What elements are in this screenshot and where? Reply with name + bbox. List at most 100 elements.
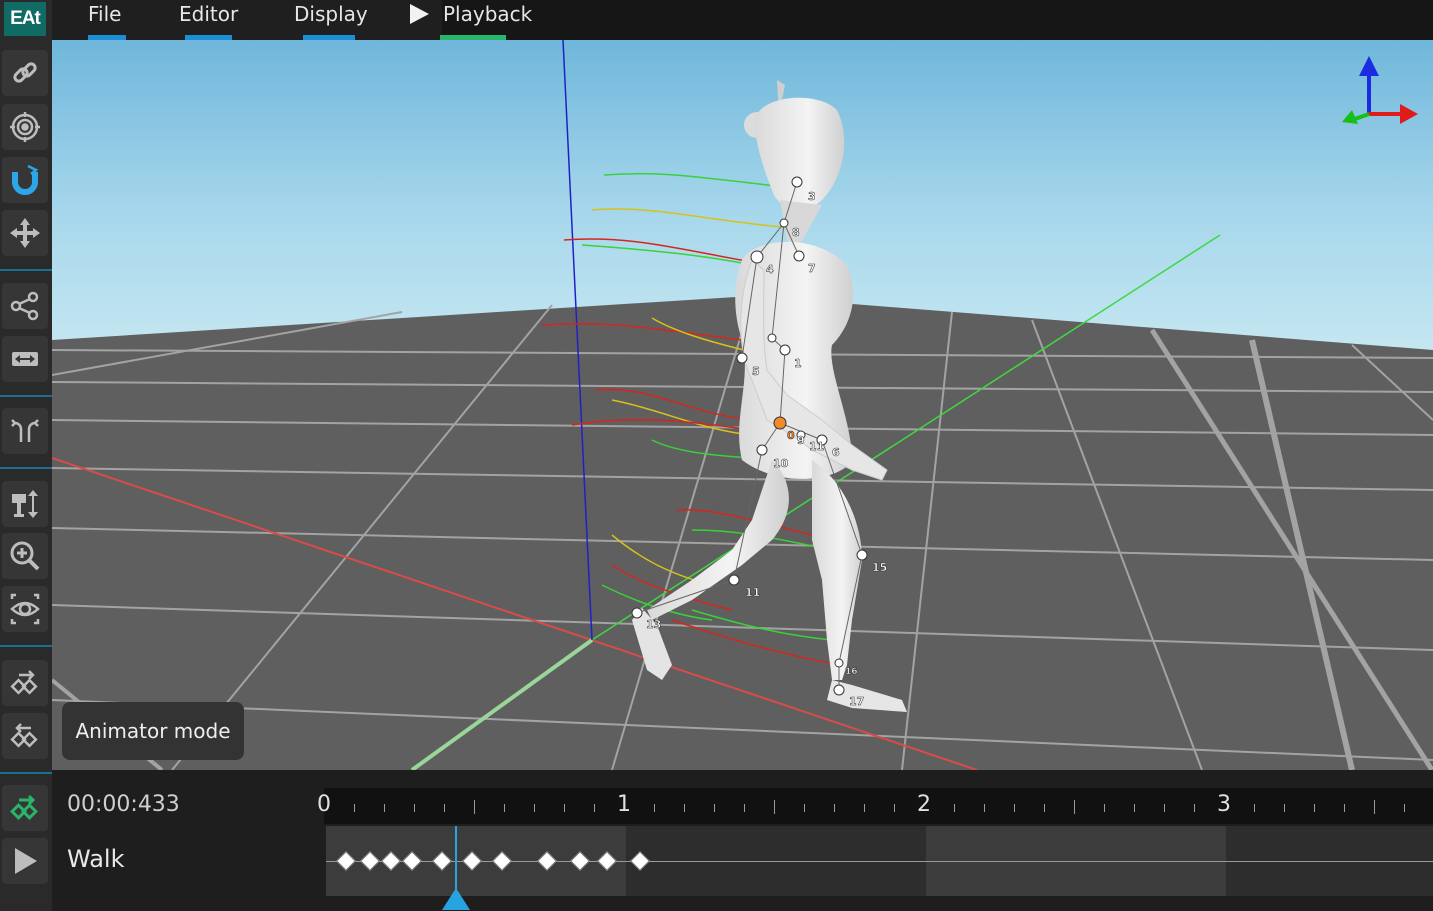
ruler-tick — [894, 804, 895, 812]
menu-file-label: File — [88, 2, 122, 26]
ruler-label-0: 0 — [317, 792, 331, 817]
ruler-tick — [984, 804, 985, 812]
joint-4[interactable] — [750, 250, 764, 264]
current-time-display: 00:00:433 — [67, 792, 180, 817]
share-nodes-icon — [10, 291, 39, 321]
ruler-tick — [474, 800, 475, 814]
ruler-tick — [954, 804, 955, 812]
joint-label: 1 — [794, 357, 802, 370]
toolbar-separator — [0, 467, 52, 469]
ruler-tick — [804, 804, 805, 812]
joint-label: 9 — [797, 434, 805, 447]
joint-label: 15 — [872, 561, 887, 574]
zoom-tool-button[interactable] — [2, 533, 48, 579]
joint-7[interactable] — [793, 250, 805, 262]
mirror-tool-button[interactable] — [2, 408, 48, 454]
track-name[interactable]: Walk — [67, 845, 124, 873]
joint-1b[interactable] — [767, 333, 777, 343]
ruler-tick — [1374, 800, 1375, 814]
ruler-tick — [504, 804, 505, 812]
magnet-tool-button[interactable] — [2, 157, 48, 203]
playhead-line[interactable] — [454, 826, 457, 896]
share-tool-button[interactable] — [2, 283, 48, 329]
joint-0-root[interactable] — [773, 416, 787, 430]
height-tool-button[interactable] — [2, 481, 48, 527]
joint-16[interactable] — [834, 658, 844, 668]
joint-label: 17 — [849, 695, 864, 708]
joint-label: 7 — [808, 262, 816, 275]
joint-3[interactable] — [791, 176, 803, 188]
horizontal-resize-icon — [12, 352, 38, 366]
joint-label: 5 — [752, 365, 760, 378]
ruler-tick — [1284, 804, 1285, 812]
target-icon — [10, 112, 40, 142]
keyframe-forward-tool-button[interactable] — [2, 660, 48, 706]
joint-15[interactable] — [856, 549, 868, 561]
menu-editor-label: Editor — [179, 2, 239, 26]
toolbar-separator — [0, 269, 52, 271]
play-tool-button[interactable] — [2, 838, 48, 884]
menu-editor[interactable]: Editor — [179, 0, 239, 40]
ruler-tick — [864, 804, 865, 812]
ruler-label-3: 3 — [1217, 792, 1231, 817]
ruler-tick — [1164, 804, 1165, 812]
ruler-tick — [564, 804, 565, 812]
time-ruler[interactable]: 0 1 2 3 — [317, 788, 1433, 824]
3d-viewport[interactable]: 3 8 4 7 1 5 0 9 11 6 10 15 11 13 16 17 — [52, 40, 1433, 770]
magnet-icon — [12, 164, 39, 195]
target-tool-button[interactable] — [2, 104, 48, 150]
link-tool-button[interactable] — [2, 50, 48, 96]
keyframe-active-icon — [10, 794, 38, 820]
joint-13[interactable] — [631, 607, 643, 619]
ruler-tick — [1044, 804, 1045, 812]
ruler-tick — [774, 800, 775, 814]
joint-label: 0 — [787, 429, 795, 442]
zoom-in-icon — [10, 541, 40, 571]
move-arrows-icon — [10, 218, 40, 248]
playhead-handle[interactable] — [441, 888, 470, 910]
ruler-tick — [1314, 804, 1315, 812]
joint-label: 11 — [745, 586, 760, 599]
joint-11[interactable] — [728, 574, 740, 586]
move-tool-button[interactable] — [2, 210, 48, 256]
ruler-tick — [1014, 804, 1015, 812]
ruler-tick — [1194, 804, 1195, 812]
keyframe-active-tool-button[interactable] — [2, 785, 48, 831]
joint-8[interactable] — [779, 218, 789, 228]
ruler-tick — [444, 804, 445, 812]
link-icon — [13, 62, 37, 83]
animator-mode-badge: Animator mode — [62, 702, 244, 760]
eye-icon — [10, 593, 40, 625]
ruler-tick — [1134, 804, 1135, 812]
joint-label: 3 — [808, 190, 816, 203]
joint-10[interactable] — [756, 444, 768, 456]
width-tool-button[interactable] — [2, 336, 48, 382]
toolbar-separator — [0, 395, 52, 397]
joint-5[interactable] — [736, 352, 748, 364]
menu-playback-label: Playback — [443, 2, 533, 26]
ruler-tick — [1254, 804, 1255, 812]
left-toolbar: EAt — [0, 0, 52, 911]
keyframe-forward-icon — [10, 670, 38, 695]
ruler-tick — [834, 804, 835, 812]
ruler-tick — [534, 804, 535, 812]
keyframe-backward-tool-button[interactable] — [2, 713, 48, 759]
joint-17[interactable] — [833, 684, 845, 696]
menu-file[interactable]: File — [88, 0, 128, 40]
ruler-tick — [1404, 804, 1405, 812]
joint-label: 6 — [832, 446, 840, 459]
joint-label: 8 — [792, 226, 800, 239]
track-lane[interactable] — [326, 826, 1433, 896]
joint-label: 16 — [845, 667, 858, 677]
joint-1[interactable] — [779, 344, 791, 356]
view-tool-button[interactable] — [2, 586, 48, 632]
toolbar-separator — [0, 645, 52, 647]
menu-display-label: Display — [294, 2, 368, 26]
menu-playback[interactable]: Playback — [408, 0, 532, 40]
joint-label: 13 — [646, 618, 661, 631]
timeline-panel: 00:00:433 Walk 0 1 2 3 — [52, 770, 1433, 911]
menu-display[interactable]: Display — [294, 0, 368, 40]
ruler-tick — [354, 804, 355, 812]
ruler-label-1: 1 — [617, 792, 631, 817]
ruler-tick — [594, 804, 595, 812]
